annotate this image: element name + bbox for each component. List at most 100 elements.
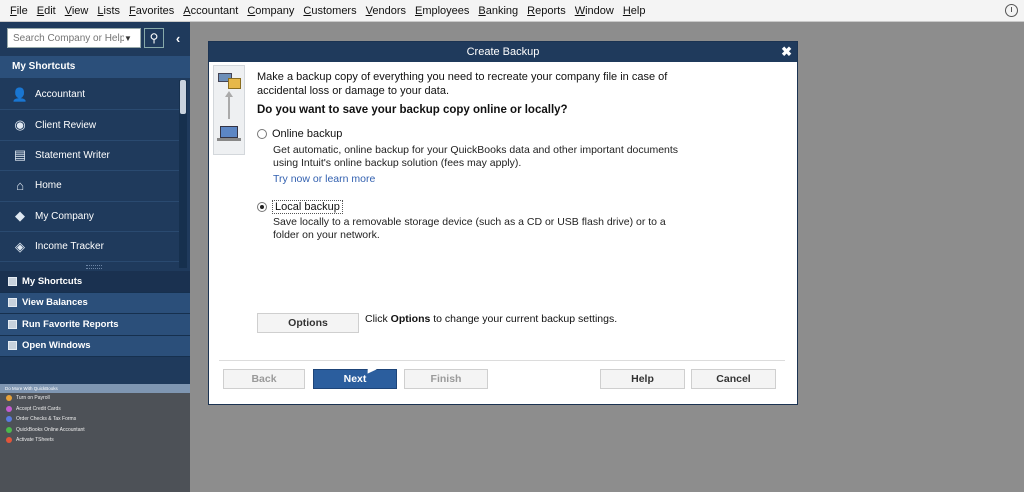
options-hint-bold: Options	[390, 313, 431, 325]
shortcut-statement-writer[interactable]: ▤ Statement Writer	[0, 141, 180, 172]
do-more-online-accountant[interactable]: QuickBooks Online Accountant	[0, 425, 190, 436]
menu-view[interactable]: View	[65, 5, 89, 17]
backup-question: Do you want to save your backup copy onl…	[257, 104, 568, 116]
chevron-left-icon: ‹	[175, 30, 181, 46]
menu-window[interactable]: Window	[575, 5, 614, 17]
shortcuts-header: My Shortcuts	[0, 56, 190, 78]
online-backup-label[interactable]: Online backup	[272, 128, 342, 140]
shortcut-label: My Company	[35, 210, 94, 222]
panel-label: Open Windows	[22, 340, 91, 352]
panel-icon	[8, 276, 17, 286]
menu-banking[interactable]: Banking	[478, 5, 518, 17]
online-backup-desc: Get automatic, online backup for your Qu…	[273, 144, 679, 169]
try-now-link[interactable]: Try now or learn more	[273, 173, 375, 185]
finish-button[interactable]: Finish	[404, 369, 488, 389]
panel-open-windows[interactable]: Open Windows	[0, 335, 190, 357]
menu-reports[interactable]: Reports	[527, 5, 566, 17]
arrow-shaft	[228, 95, 230, 119]
do-more-label: Turn on Payroll	[16, 395, 50, 402]
options-hint-post: to change your current backup settings.	[430, 313, 618, 325]
checks-icon	[6, 416, 12, 423]
folder-icon	[228, 78, 241, 89]
options-button[interactable]: Options	[257, 313, 359, 333]
panel-list: My Shortcuts View Balances Run Favorite …	[0, 271, 190, 357]
search-box: ▼	[7, 28, 141, 48]
collapse-sidebar-button[interactable]: ‹	[170, 28, 186, 48]
menu-file[interactable]: File	[10, 5, 28, 17]
plus-icon	[6, 426, 12, 433]
create-backup-dialog: Create Backup ✖ Make a backup copy of ev…	[208, 41, 798, 405]
do-more-label: QuickBooks Online Accountant	[16, 426, 85, 433]
reminders-clock-icon[interactable]	[1005, 4, 1018, 17]
shortcut-label: Client Review	[35, 119, 97, 131]
shortcut-label: Income Tracker	[35, 241, 104, 253]
shortcut-home[interactable]: ⌂ Home	[0, 171, 180, 202]
panel-label: My Shortcuts	[22, 275, 83, 287]
local-backup-desc: Save locally to a removable storage devi…	[273, 216, 666, 241]
search-dropdown-icon[interactable]: ▼	[124, 34, 132, 43]
shortcut-my-company[interactable]: ◆ My Company	[0, 202, 180, 232]
laptop-icon	[220, 126, 238, 138]
local-backup-option[interactable]: Local backup	[257, 200, 343, 214]
menu-bar: File Edit View Lists Favorites Accountan…	[0, 0, 1024, 22]
left-icon-bar: ▼ ⚲ ‹ My Shortcuts 👤 Accountant ◉ Client…	[0, 22, 190, 492]
menu-accountant[interactable]: Accountant	[183, 5, 238, 17]
shortcut-label: Statement Writer	[35, 149, 110, 161]
menu-lists[interactable]: Lists	[97, 5, 120, 17]
panel-run-favorite-reports[interactable]: Run Favorite Reports	[0, 314, 190, 336]
back-button[interactable]: Back	[223, 369, 305, 389]
search-input[interactable]	[8, 29, 124, 47]
panel-icon	[8, 319, 17, 329]
do-more-header: Do More With QuickBooks	[0, 384, 190, 393]
credit-card-icon	[6, 405, 12, 412]
do-more-panel: Do More With QuickBooks Turn on Payroll …	[0, 384, 190, 492]
menu-vendors[interactable]: Vendors	[366, 5, 406, 17]
panel-icon	[8, 298, 17, 308]
menu-edit[interactable]: Edit	[37, 5, 56, 17]
shortcut-list: 👤 Accountant ◉ Client Review ▤ Statement…	[0, 80, 180, 263]
do-more-payroll[interactable]: Turn on Payroll	[0, 393, 190, 404]
shortcut-client-review[interactable]: ◉ Client Review	[0, 110, 180, 141]
local-backup-label[interactable]: Local backup	[272, 200, 343, 214]
help-button[interactable]: Help	[600, 369, 685, 389]
close-icon[interactable]: ✖	[781, 44, 792, 60]
do-more-tsheets[interactable]: Activate TSheets	[0, 435, 190, 446]
panel-label: View Balances	[22, 297, 88, 309]
online-backup-radio[interactable]	[257, 129, 267, 139]
cancel-button[interactable]: Cancel	[691, 369, 776, 389]
intro-text: Make a backup copy of everything you nee…	[257, 71, 668, 97]
panel-view-balances[interactable]: View Balances	[0, 292, 190, 314]
client-review-icon: ◉	[14, 117, 26, 133]
do-more-credit-cards[interactable]: Accept Credit Cards	[0, 404, 190, 415]
do-more-label: Order Checks & Tax Forms	[16, 416, 77, 423]
menu-help[interactable]: Help	[623, 5, 646, 17]
menu-company[interactable]: Company	[247, 5, 294, 17]
search-button[interactable]: ⚲	[144, 28, 164, 48]
options-hint: Click Options to change your current bac…	[365, 313, 617, 325]
my-company-icon: ◆	[15, 208, 25, 224]
payroll-icon	[6, 395, 12, 402]
menu-employees[interactable]: Employees	[415, 5, 469, 17]
panel-my-shortcuts[interactable]: My Shortcuts	[0, 271, 190, 293]
magnifier-icon: ⚲	[149, 31, 159, 45]
shortcut-label: Home	[35, 180, 62, 192]
dialog-title: Create Backup	[466, 46, 540, 58]
laptop-base	[217, 138, 241, 141]
tsheets-icon	[6, 437, 12, 444]
do-more-label: Accept Credit Cards	[16, 405, 61, 412]
next-button[interactable]: Next	[313, 369, 397, 389]
shortcuts-scroll-thumb[interactable]	[180, 80, 186, 114]
local-backup-radio[interactable]	[257, 202, 267, 212]
menu-customers[interactable]: Customers	[303, 5, 356, 17]
options-hint-pre: Click	[365, 313, 391, 325]
online-backup-option[interactable]: Online backup	[257, 128, 342, 140]
menu-favorites[interactable]: Favorites	[129, 5, 174, 17]
shortcut-income-tracker[interactable]: ◈ Income Tracker	[0, 232, 180, 263]
dialog-title-bar: Create Backup ✖	[209, 42, 797, 62]
resize-grip[interactable]	[86, 265, 102, 269]
do-more-label: Activate TSheets	[16, 437, 54, 444]
income-tracker-icon: ◈	[15, 238, 25, 254]
button-divider	[219, 360, 785, 361]
do-more-checks[interactable]: Order Checks & Tax Forms	[0, 414, 190, 425]
shortcut-accountant[interactable]: 👤 Accountant	[0, 80, 180, 111]
